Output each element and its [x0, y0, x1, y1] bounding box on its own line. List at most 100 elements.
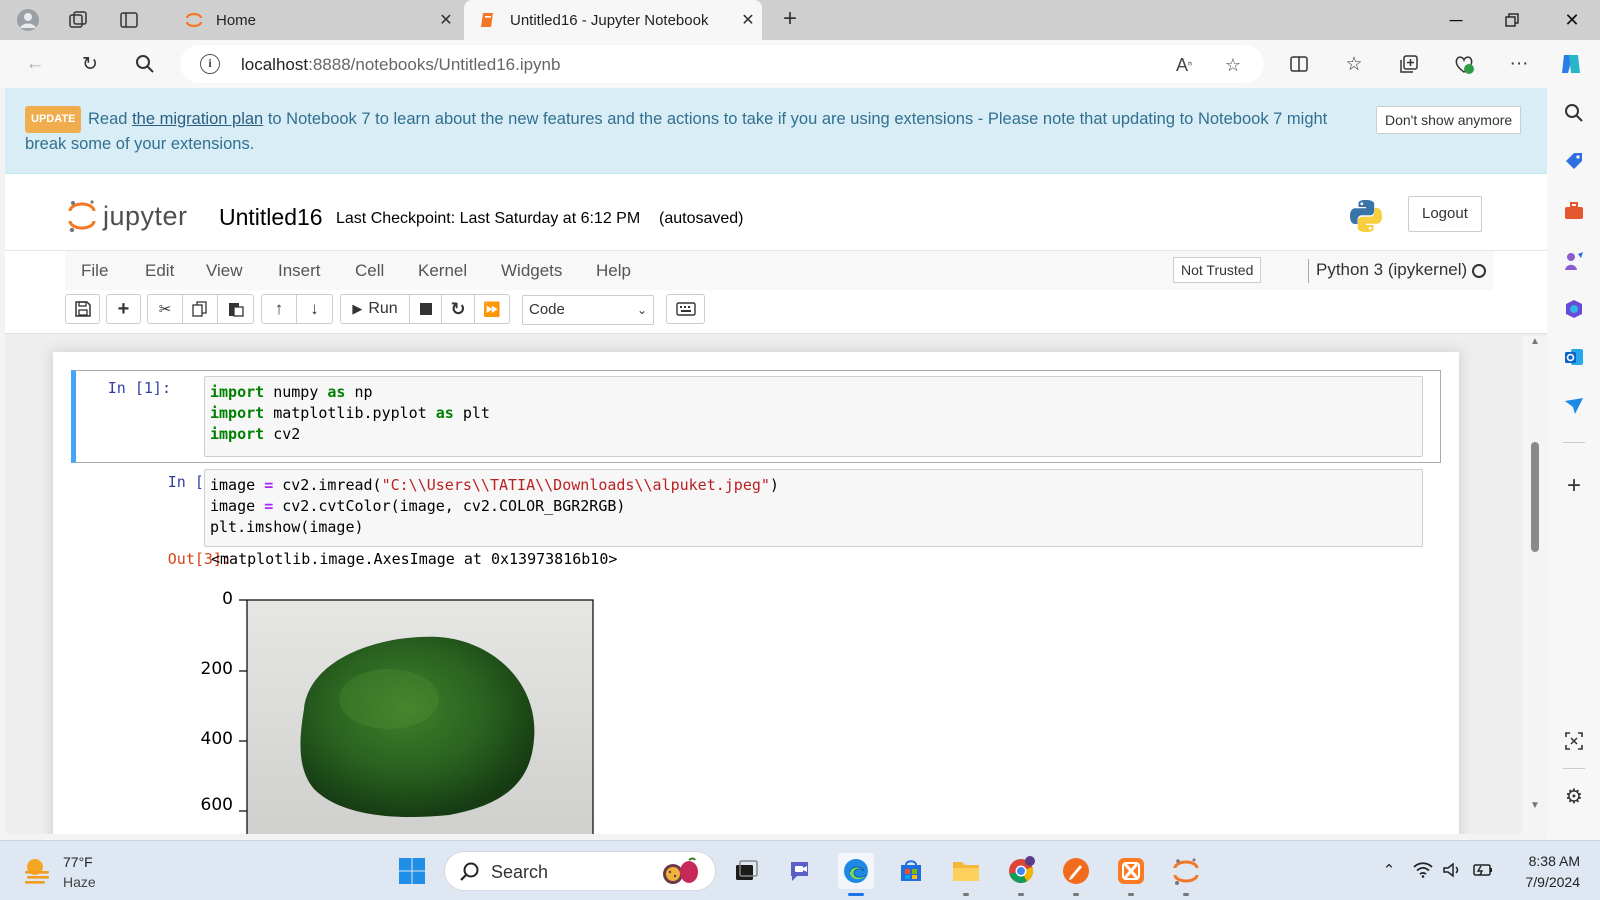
taskbar-search[interactable]: Search	[444, 851, 716, 891]
dont-show-anymore-button[interactable]: Don't show anymore	[1376, 106, 1522, 134]
clock-time[interactable]: 8:38 AM	[1488, 853, 1580, 869]
page-scrollbar[interactable]	[1522, 336, 1547, 834]
sidebar-search-icon[interactable]	[1561, 100, 1587, 126]
shopping-tag-icon[interactable]	[1561, 148, 1587, 174]
notebook-name[interactable]: Untitled16	[219, 204, 323, 231]
site-info-icon[interactable]: i	[200, 54, 220, 74]
insert-cell-button[interactable]: +	[106, 294, 141, 324]
y-tick-label: 400	[200, 729, 233, 749]
run-button[interactable]: ▶ Run	[340, 294, 410, 324]
weather-haze-icon[interactable]	[22, 856, 52, 886]
start-button[interactable]	[394, 853, 430, 889]
migration-plan-link[interactable]: the migration plan	[132, 110, 263, 128]
meet-app-button[interactable]	[784, 853, 820, 889]
tab-actions-icon[interactable]	[117, 8, 141, 32]
code-cell[interactable]: In [1]: import numpy as np import matplot…	[71, 370, 1441, 463]
code-editor[interactable]: import numpy as np import matplotlib.pypl…	[204, 376, 1423, 457]
outlook-icon[interactable]	[1561, 344, 1587, 370]
not-trusted-button[interactable]: Not Trusted	[1173, 257, 1262, 283]
kernel-name[interactable]: Python 3 (ipykernel)	[1316, 260, 1467, 280]
logout-button[interactable]: Logout	[1408, 196, 1482, 232]
menu-cell[interactable]: Cell	[355, 261, 384, 281]
sidebar-settings-icon[interactable]: ⚙	[1561, 783, 1587, 809]
games-icon[interactable]	[1561, 248, 1587, 274]
workspaces-icon[interactable]	[66, 8, 90, 32]
url-text[interactable]: localhost:8888/notebooks/Untitled16.ipyn…	[241, 55, 560, 75]
tab-notebook[interactable]: Untitled16 - Jupyter Notebook ✕	[464, 0, 762, 40]
add-sidebar-app-icon[interactable]: +	[1561, 472, 1587, 499]
xampp-button[interactable]	[1113, 853, 1149, 896]
menu-kernel[interactable]: Kernel	[418, 261, 467, 281]
favorite-star-icon[interactable]: ☆	[1221, 53, 1245, 77]
code-cell[interactable]: In [3]: image = cv2.imread("C:\\Users\\T…	[71, 464, 1441, 834]
minimize-icon[interactable]: ─	[1428, 0, 1484, 40]
jupyter-logo[interactable]: jupyter	[67, 198, 188, 234]
wifi-icon[interactable]	[1412, 859, 1434, 881]
menu-file[interactable]: File	[81, 261, 108, 281]
copilot-icon[interactable]	[1558, 51, 1584, 77]
read-aloud-icon[interactable]: Aⁿ	[1172, 53, 1196, 77]
restart-run-all-button[interactable]: ⏩	[474, 294, 510, 324]
autosave-status: (autosaved)	[659, 210, 744, 227]
restore-icon[interactable]	[1484, 0, 1540, 40]
refresh-icon[interactable]: ↻	[77, 51, 103, 77]
menu-view[interactable]: View	[206, 261, 243, 281]
code-editor[interactable]: image = cv2.imread("C:\\Users\\TATIA\\Do…	[204, 469, 1423, 547]
scroll-up-icon[interactable]: ▲	[1529, 336, 1541, 347]
jupyter-taskbar-button[interactable]	[1168, 853, 1204, 896]
favorites-icon[interactable]: ☆	[1341, 51, 1367, 77]
cell-type-select[interactable]: Code ⌄	[522, 295, 654, 325]
task-view-button[interactable]	[728, 853, 764, 889]
close-window-icon[interactable]: ✕	[1544, 0, 1600, 40]
drop-send-icon[interactable]	[1561, 393, 1587, 419]
show-hidden-icons-chevron-icon[interactable]: ⌃	[1378, 859, 1400, 881]
weather-temperature[interactable]: 77°F	[63, 854, 93, 870]
tools-briefcase-icon[interactable]	[1561, 198, 1587, 224]
store-button[interactable]	[893, 853, 929, 889]
split-screen-icon[interactable]	[1286, 51, 1312, 77]
file-explorer-button[interactable]	[948, 853, 984, 896]
volume-icon[interactable]	[1441, 859, 1463, 881]
menu-widgets[interactable]: Widgets	[501, 261, 562, 281]
interrupt-button[interactable]	[409, 294, 442, 324]
office-icon[interactable]	[1561, 296, 1587, 322]
new-tab-button[interactable]: +	[776, 6, 804, 34]
code-line: import cv2	[210, 425, 301, 443]
menu-help[interactable]: Help	[596, 261, 631, 281]
scroll-down-icon[interactable]: ▼	[1529, 800, 1541, 811]
move-down-button[interactable]: ↓	[296, 294, 333, 324]
clock-date[interactable]: 7/9/2024	[1488, 874, 1581, 890]
move-up-button[interactable]: ↑	[261, 294, 297, 324]
windows-logo-icon	[399, 858, 425, 884]
paste-button[interactable]	[217, 294, 254, 324]
scissors-icon: ✂	[158, 301, 172, 318]
profile-icon[interactable]	[16, 8, 40, 32]
collections-icon[interactable]	[1396, 51, 1422, 77]
copy-button[interactable]	[182, 294, 218, 324]
more-options-icon[interactable]: ···	[1506, 51, 1532, 77]
address-bar[interactable]: i localhost:8888/notebooks/Untitled16.ip…	[180, 45, 1264, 83]
command-palette-button[interactable]	[666, 294, 705, 324]
menu-insert[interactable]: Insert	[278, 261, 321, 281]
scrollbar-thumb[interactable]	[1531, 442, 1539, 552]
tab-home[interactable]: Home ✕	[170, 0, 460, 40]
tab-title: Home	[216, 11, 257, 29]
close-tab-icon[interactable]: ✕	[432, 10, 460, 30]
pen-app-icon	[1063, 858, 1089, 884]
cut-button[interactable]: ✂	[147, 294, 183, 324]
browser-essentials-icon[interactable]	[1451, 51, 1477, 77]
restart-button[interactable]: ↻	[441, 294, 475, 324]
search-icon[interactable]	[132, 51, 158, 77]
edge-taskbar-button[interactable]	[838, 853, 874, 896]
code-line: image = cv2.cvtColor(image, cv2.COLOR_BG…	[210, 497, 626, 515]
pen-app-button[interactable]	[1058, 853, 1094, 896]
close-tab-icon[interactable]: ✕	[734, 10, 762, 30]
back-icon[interactable]: ←	[22, 51, 48, 77]
chrome-icon	[1009, 856, 1035, 883]
menu-edit[interactable]: Edit	[145, 261, 174, 281]
screenshot-icon[interactable]	[1561, 728, 1587, 754]
weather-condition[interactable]: Haze	[63, 874, 96, 890]
windows-taskbar: 77°F Haze Search ⌃ 8:38 AM 7/9/2024	[0, 840, 1600, 900]
chrome-button[interactable]	[1003, 853, 1039, 896]
save-button[interactable]	[65, 294, 100, 324]
